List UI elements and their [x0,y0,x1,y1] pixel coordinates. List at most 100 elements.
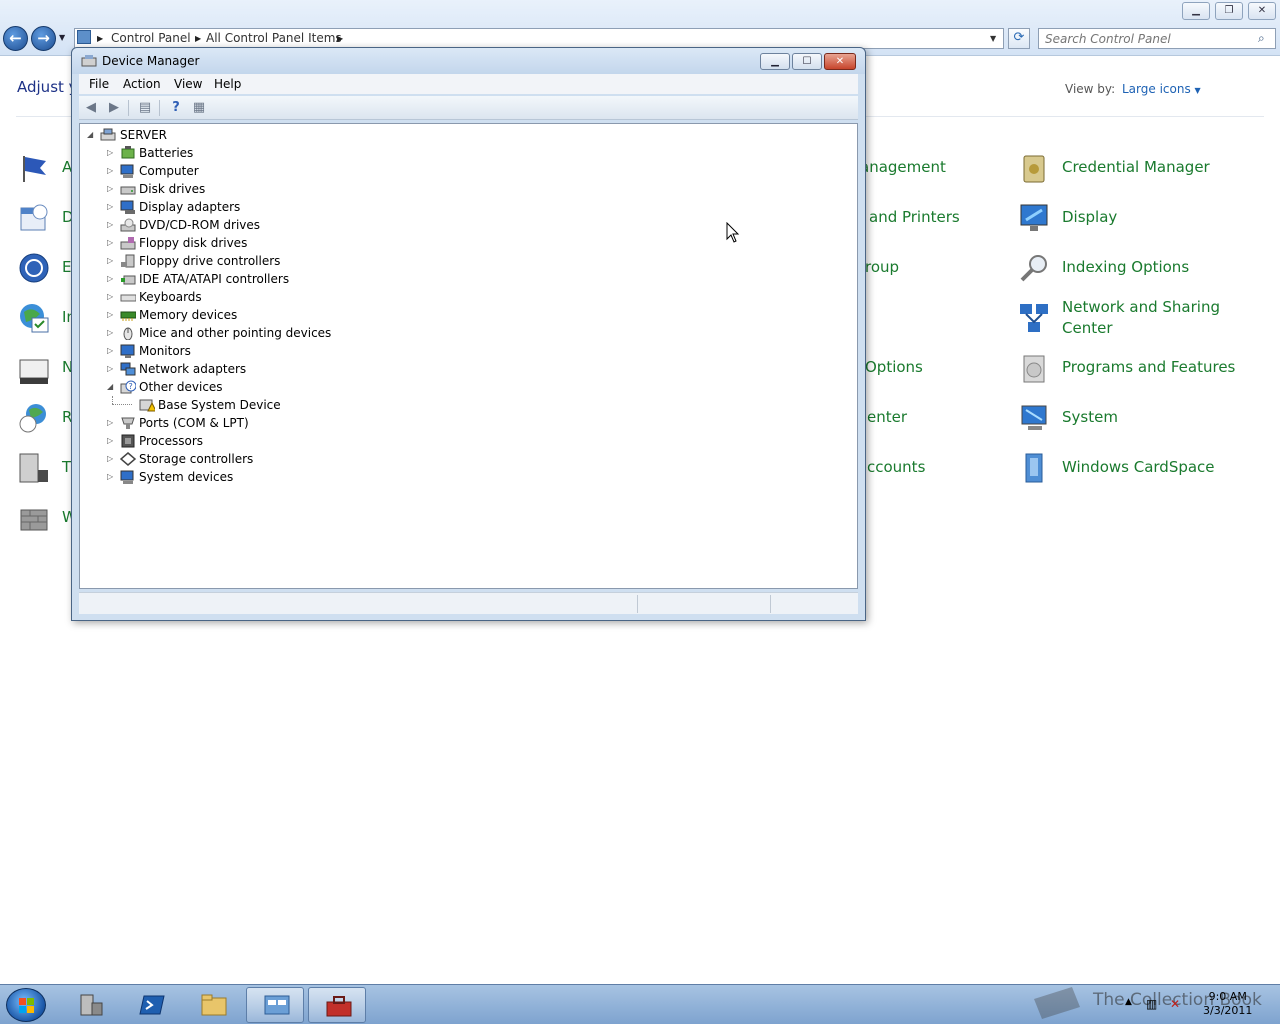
indexing-options-icon[interactable] [1018,252,1050,284]
forward-arrow-icon[interactable]: ▶ [105,99,123,116]
breadcrumb-all-items[interactable]: All Control Panel Items [206,31,342,45]
menu-file[interactable]: File [89,77,109,91]
back-arrow-icon[interactable]: ◀ [82,99,100,116]
tree-item-memory-devices[interactable]: ▷ Memory devices [80,306,855,324]
credential-manager-icon[interactable] [1018,152,1050,184]
tree-item-base-system-device[interactable]: Base System Device [80,396,855,414]
breadcrumb-arrow-icon[interactable]: ▶ [337,34,343,43]
search-icon[interactable]: ⌕ [1258,31,1265,46]
network-tray-icon[interactable]: ▥ [1146,997,1157,1011]
tree-item-batteries[interactable]: ▷ Batteries [80,144,855,162]
expand-arrow-icon[interactable]: ▷ [107,450,117,468]
cp-item-programs-features[interactable]: Programs and Features [1062,357,1235,378]
tree-item-processors[interactable]: ▷ Processors [80,432,855,450]
menu-view[interactable]: View [174,77,202,91]
clock[interactable]: 9:0 AM 3/3/2011 [1203,990,1252,1018]
tree-root[interactable]: ◢ SERVER [80,126,855,144]
programs-features-icon[interactable] [1018,352,1050,384]
expand-arrow-icon[interactable]: ▷ [107,432,117,450]
network-sharing-icon[interactable] [1018,302,1050,334]
cp-restore-button[interactable]: ❐ [1215,2,1243,20]
troubleshooting-icon[interactable] [18,452,50,484]
cp-item-middle-4[interactable]: Options [865,357,923,378]
expand-arrow-icon[interactable]: ▷ [107,468,117,486]
cp-item-system[interactable]: System [1062,407,1118,428]
help-icon[interactable]: ? [167,99,185,116]
address-bar[interactable]: ▶ Control Panel ▶ All Control Panel Item… [74,28,1004,49]
expand-arrow-icon[interactable]: ▷ [107,270,117,288]
device-manager-titlebar[interactable]: Device Manager ▁ ☐ ✕ [72,48,865,74]
region-language-icon[interactable] [18,402,50,434]
cp-item-windows-cardspace[interactable]: Windows CardSpace [1062,457,1215,478]
expand-arrow-icon[interactable]: ▷ [107,162,117,180]
device-manager-window[interactable]: Device Manager ▁ ☐ ✕ File Action View He… [71,47,866,621]
expand-arrow-icon[interactable]: ▷ [107,324,117,342]
cp-item-middle-1[interactable]: anagement [860,157,946,178]
cp-item-middle-2[interactable]: and Printers [869,207,960,228]
cp-item-left-7[interactable]: T [62,457,71,478]
tree-item-floppy-controllers[interactable]: ▷ Floppy drive controllers [80,252,855,270]
expand-arrow-icon[interactable]: ▷ [107,252,117,270]
properties-pane-icon[interactable]: ▦ [190,99,208,116]
minimize-button[interactable]: ▁ [760,53,790,70]
date-time-icon[interactable] [18,202,50,234]
cp-item-middle-6[interactable]: ccounts [867,457,925,478]
recent-pages-icon[interactable]: ▼ [59,33,65,42]
show-hide-tree-icon[interactable]: ▤ [136,99,154,116]
firewall-icon[interactable] [18,502,50,534]
cp-item-indexing-options[interactable]: Indexing Options [1062,257,1189,278]
search-input[interactable] [1038,28,1276,49]
volume-muted-icon[interactable]: ✕ [1170,997,1180,1011]
expand-arrow-icon[interactable]: ▷ [107,216,117,234]
expand-arrow-icon[interactable]: ▷ [107,198,117,216]
tree-item-monitors[interactable]: ▷ Monitors [80,342,855,360]
cp-item-credential-manager[interactable]: Credential Manager [1062,157,1210,178]
cp-item-network-sharing-line2[interactable]: Center [1062,318,1113,339]
tree-item-keyboards[interactable]: ▷ Keyboards [80,288,855,306]
start-button[interactable] [6,988,46,1022]
close-button[interactable]: ✕ [824,53,856,70]
cp-item-display[interactable]: Display [1062,207,1117,228]
cp-item-middle-3[interactable]: roup [865,257,899,278]
tree-item-display-adapters[interactable]: ▷ Display adapters [80,198,855,216]
back-button[interactable]: ← [3,26,28,51]
cp-minimize-button[interactable]: ▁ [1182,2,1210,20]
tree-item-system-devices[interactable]: ▷ System devices [80,468,855,486]
tree-item-storage-controllers[interactable]: ▷ Storage controllers [80,450,855,468]
cp-close-button[interactable]: ✕ [1248,2,1276,20]
internet-options-icon[interactable] [18,302,50,334]
device-tree[interactable]: ◢ SERVER ▷ Batteries ▷ Computer ▷ Disk d… [79,123,858,589]
taskbar-device-manager[interactable] [308,987,366,1023]
tree-item-ports[interactable]: ▷ Ports (COM & LPT) [80,414,855,432]
tree-item-disk-drives[interactable]: ▷ Disk drives [80,180,855,198]
cp-item-middle-5[interactable]: enter [867,407,907,428]
tree-item-mice[interactable]: ▷ Mice and other pointing devices [80,324,855,342]
notification-area-icon[interactable] [18,356,50,388]
menu-help[interactable]: Help [214,77,241,91]
collapse-arrow-icon[interactable]: ◢ [87,126,97,144]
breadcrumb-arrow-icon[interactable]: ▶ [195,34,201,43]
collapse-arrow-icon[interactable]: ◢ [107,378,117,396]
taskbar-control-panel[interactable] [246,987,304,1023]
show-hidden-icons-icon[interactable]: ▲ [1125,997,1132,1007]
taskbar-explorer[interactable] [184,987,242,1023]
taskbar-powershell[interactable] [122,987,180,1023]
taskbar-server-manager[interactable] [61,987,119,1023]
forward-button[interactable]: → [31,26,56,51]
address-dropdown-icon[interactable]: ▼ [990,34,996,43]
expand-arrow-icon[interactable]: ▷ [107,288,117,306]
expand-arrow-icon[interactable]: ▷ [107,144,117,162]
breadcrumb-arrow-icon[interactable]: ▶ [97,34,103,43]
tree-item-other-devices[interactable]: ◢ ? Other devices [80,378,855,396]
expand-arrow-icon[interactable]: ▷ [107,360,117,378]
cardspace-icon[interactable] [1018,452,1050,484]
maximize-button[interactable]: ☐ [792,53,822,70]
ease-of-access-icon[interactable] [18,252,50,284]
refresh-button[interactable]: ⟳ [1008,28,1030,49]
display-icon[interactable] [1018,202,1050,234]
expand-arrow-icon[interactable]: ▷ [107,234,117,252]
expand-arrow-icon[interactable]: ▷ [107,342,117,360]
expand-arrow-icon[interactable]: ▷ [107,306,117,324]
menu-action[interactable]: Action [123,77,161,91]
expand-arrow-icon[interactable]: ▷ [107,414,117,432]
